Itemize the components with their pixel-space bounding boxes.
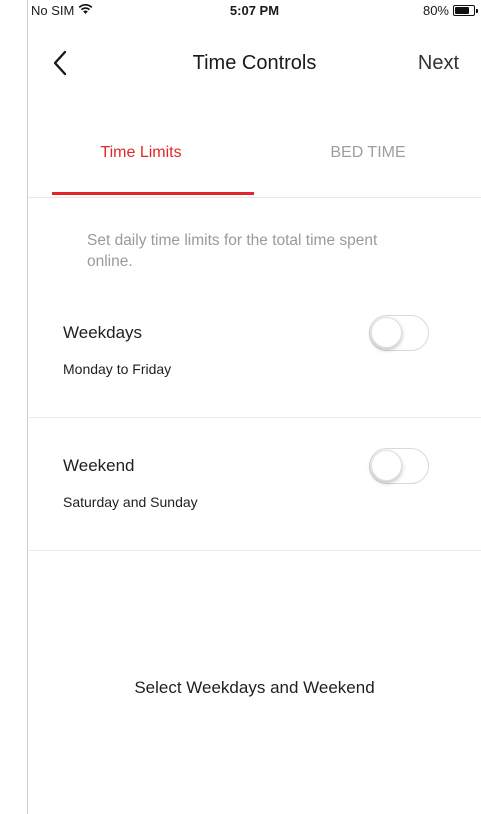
weekend-subtitle: Saturday and Sunday <box>63 494 198 510</box>
tab-bed-time[interactable]: BED TIME <box>255 144 481 162</box>
status-time: 5:07 PM <box>229 3 280 18</box>
next-button[interactable]: Next <box>418 52 459 75</box>
status-right: 80% <box>422 3 478 18</box>
weekdays-subtitle: Monday to Friday <box>63 361 172 377</box>
nav-bar: Time Controls Next <box>28 40 481 84</box>
weekdays-title: Weekdays <box>63 323 143 342</box>
app-screen: No SIM 5:07 PM 80% Time Controls Next Ti… <box>28 0 481 814</box>
status-bar: No SIM 5:07 PM 80% <box>28 0 481 22</box>
weekdays-row: Weekdays Monday to Friday <box>28 285 481 418</box>
battery-tip <box>476 9 478 13</box>
battery-icon <box>453 5 478 16</box>
toggle-knob <box>371 450 402 481</box>
weekdays-toggle[interactable] <box>369 315 429 351</box>
description-text: Set daily time limits for the total time… <box>87 232 378 270</box>
footer-hint: Select Weekdays and Weekend <box>134 678 375 697</box>
weekend-title: Weekend <box>63 456 135 475</box>
weekend-toggle[interactable] <box>369 448 429 484</box>
active-tab-indicator <box>52 192 254 195</box>
tab-bar: Time Limits BED TIME <box>28 128 481 198</box>
toggle-knob <box>371 317 402 348</box>
tab-time-limits[interactable]: Time Limits <box>28 144 254 162</box>
weekend-row: Weekend Saturday and Sunday <box>28 418 481 551</box>
battery-fill <box>455 7 470 14</box>
battery-percent: 80% <box>422 3 449 18</box>
page-title: Time Controls <box>192 52 317 74</box>
